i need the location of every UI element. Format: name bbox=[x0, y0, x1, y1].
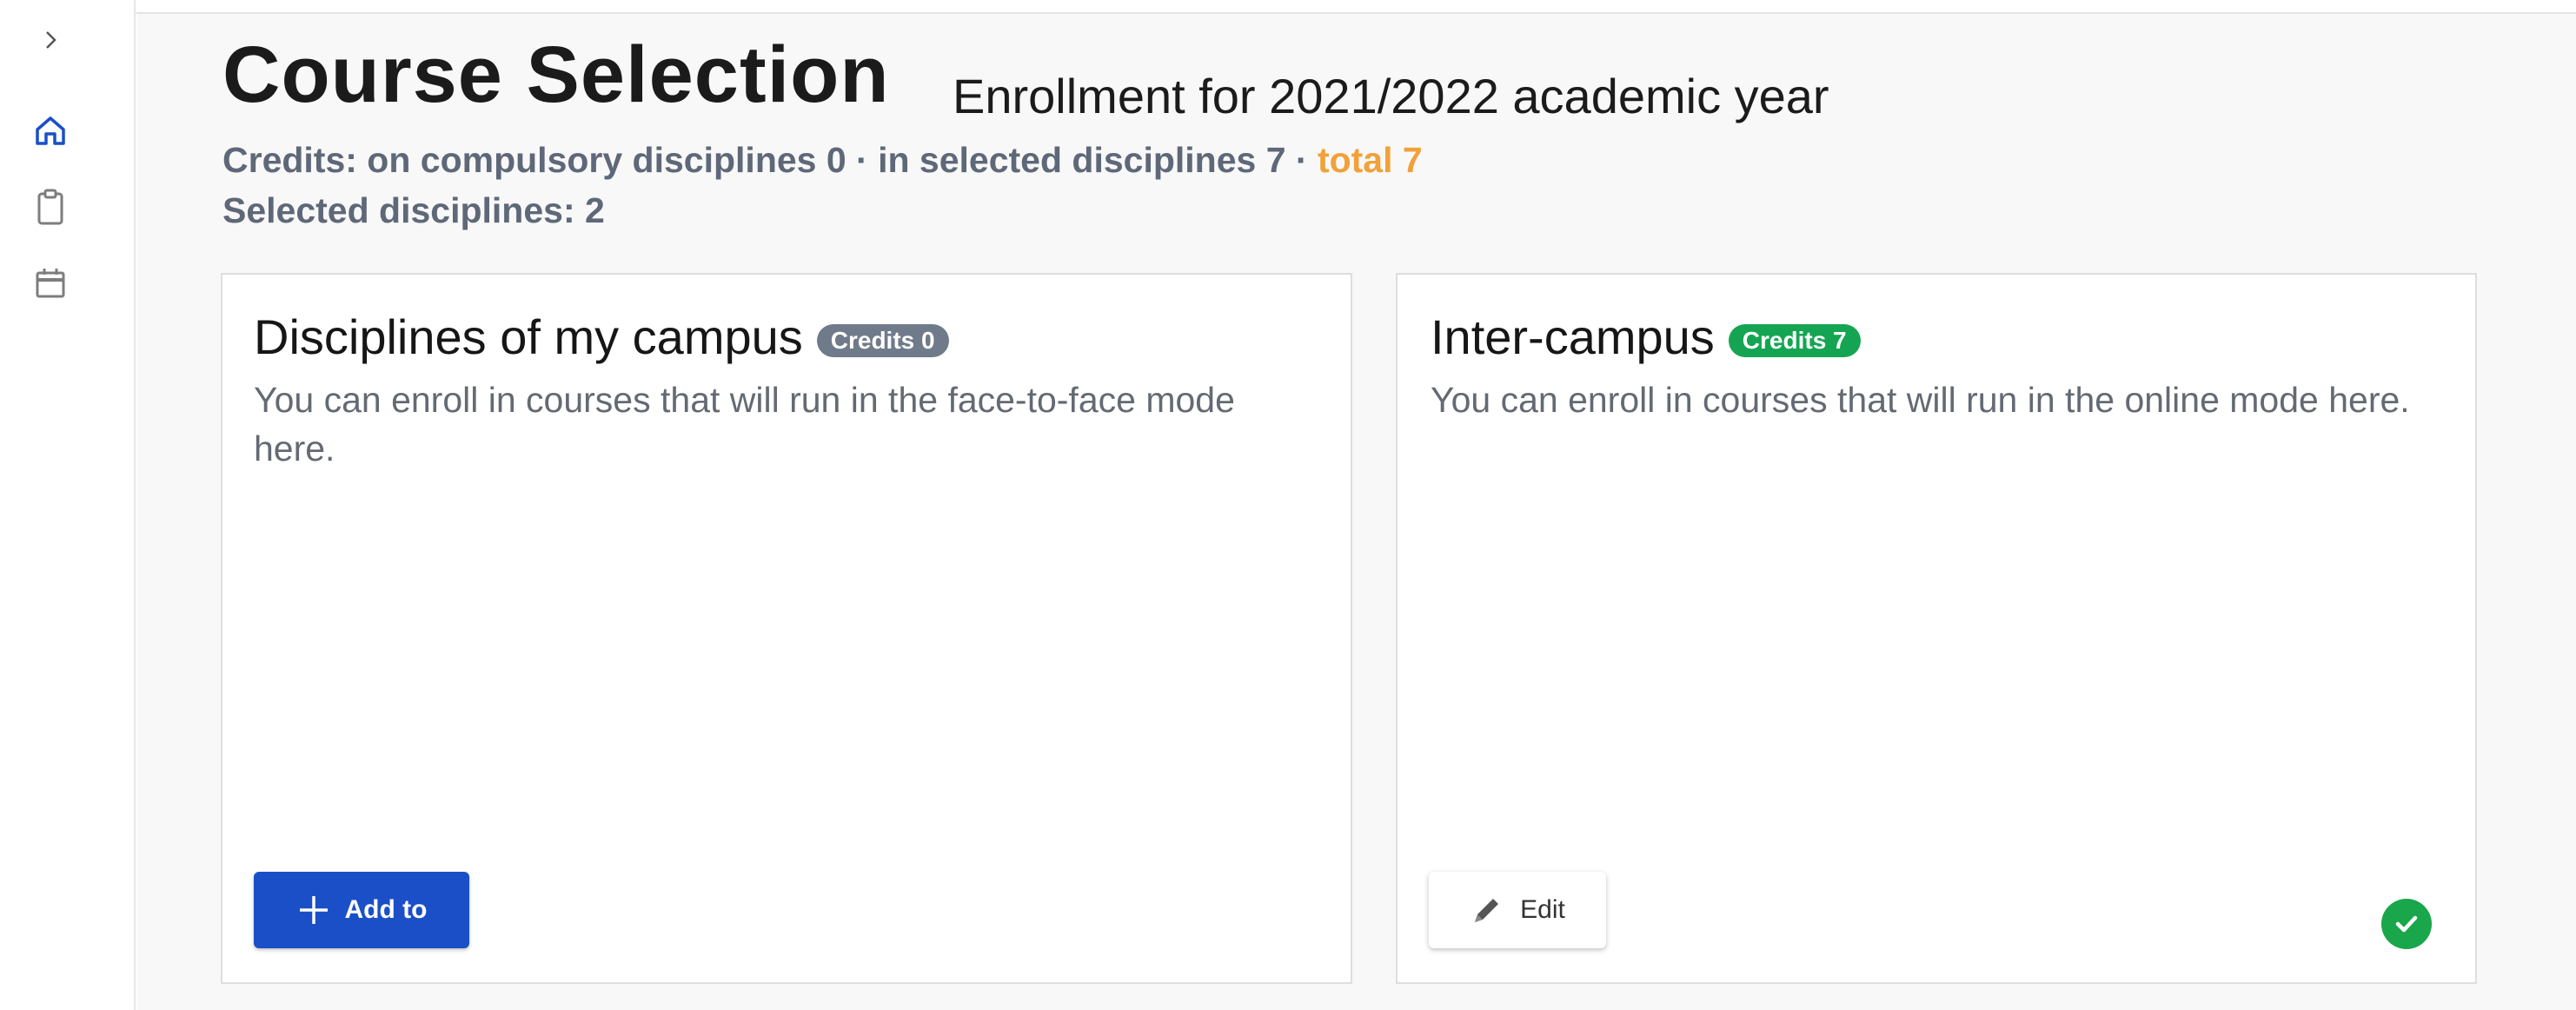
page-subtitle: Enrollment for 2021/2022 academic year bbox=[953, 69, 1829, 123]
add-to-label: Add to bbox=[344, 895, 428, 924]
sidebar-item-home[interactable] bbox=[26, 106, 75, 155]
sidebar-item-schedule[interactable] bbox=[26, 259, 75, 308]
page-title: Course Selection bbox=[222, 30, 890, 119]
card-title-inter-campus: Inter-campus Credits 7 bbox=[1431, 309, 1861, 365]
calendar-icon bbox=[36, 269, 65, 298]
check-circle-icon bbox=[2381, 899, 2432, 949]
edit-button[interactable]: Edit bbox=[1429, 872, 1606, 948]
chevron-right-icon bbox=[46, 31, 56, 49]
card-description-campus: You can enroll in courses that will run … bbox=[254, 380, 1235, 468]
clipboard-icon bbox=[37, 189, 63, 225]
home-icon bbox=[36, 116, 65, 145]
credits-total: total 7 bbox=[1317, 140, 1423, 180]
sidebar-item-courses[interactable] bbox=[26, 183, 75, 231]
card-description-inter-campus: You can enroll in courses that will run … bbox=[1431, 380, 2410, 420]
sidebar bbox=[0, 0, 136, 1010]
sidebar-toggle[interactable] bbox=[26, 16, 75, 64]
card-title-text: Inter-campus bbox=[1431, 309, 1715, 364]
card-title-campus: Disciplines of my campus Credits 0 bbox=[254, 309, 949, 365]
plus-icon bbox=[299, 896, 328, 924]
credits-summary: Credits: on compulsory disciplines 0 · i… bbox=[222, 139, 1423, 181]
credits-badge: Credits 0 bbox=[816, 324, 949, 357]
credits-badge: Credits 7 bbox=[1728, 324, 1861, 357]
callout-face-to-face bbox=[313, 469, 1139, 817]
edit-label: Edit bbox=[1520, 895, 1565, 924]
pencil-icon bbox=[1475, 899, 1499, 922]
card-title-text: Disciplines of my campus bbox=[254, 309, 803, 364]
add-to-button[interactable]: Add to bbox=[254, 872, 469, 948]
selected-disciplines-count: Selected disciplines: 2 bbox=[222, 190, 605, 230]
credits-breakdown: Credits: on compulsory disciplines 0 · i… bbox=[222, 140, 1318, 180]
